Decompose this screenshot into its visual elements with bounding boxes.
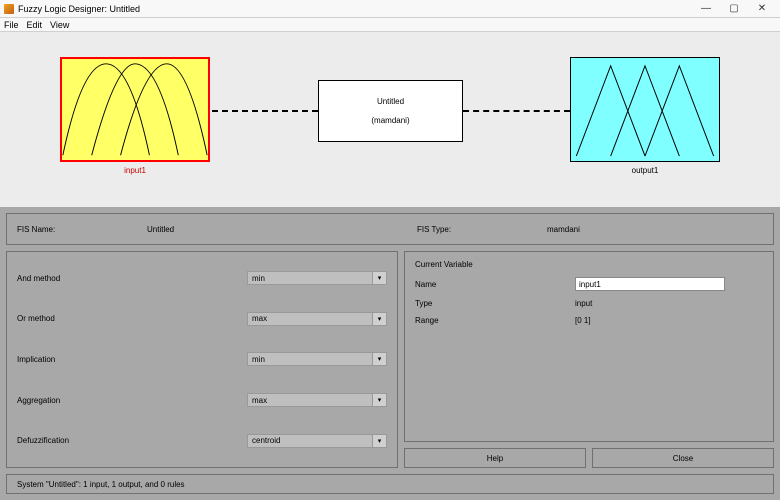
system-node[interactable]: Untitled (mamdani) — [318, 80, 463, 142]
output-node[interactable] — [570, 57, 720, 162]
close-button[interactable]: Close — [592, 448, 774, 468]
defuzzification-select[interactable]: centroid ▾ — [247, 434, 387, 448]
implication-label: Implication — [17, 355, 247, 364]
and-method-value: min — [252, 274, 265, 283]
menu-edit[interactable]: Edit — [27, 20, 43, 30]
fis-name-label: FIS Name: — [17, 225, 147, 234]
fis-type-label: FIS Type: — [417, 225, 547, 234]
methods-panel: And method min ▾ Or method max ▾ Implica… — [6, 251, 398, 468]
menu-view[interactable]: View — [50, 20, 69, 30]
cv-type-label: Type — [415, 299, 575, 308]
app-icon — [4, 4, 14, 14]
system-node-title: Untitled — [377, 97, 404, 106]
status-bar: System "Untitled": 1 input, 1 output, an… — [6, 474, 774, 494]
cv-name-label: Name — [415, 280, 575, 289]
system-node-type: (mamdani) — [371, 116, 409, 125]
cv-range-value: [0 1] — [575, 316, 591, 325]
help-button[interactable]: Help — [404, 448, 586, 468]
chevron-down-icon: ▾ — [372, 313, 386, 325]
fis-name-value: Untitled — [147, 225, 347, 234]
implication-value: min — [252, 355, 265, 364]
aggregation-label: Aggregation — [17, 396, 247, 405]
cv-name-value: input1 — [579, 280, 601, 289]
maximize-button[interactable]: ▢ — [720, 1, 748, 17]
current-variable-panel: Current Variable Name input1 Type input … — [404, 251, 774, 442]
chevron-down-icon: ▾ — [372, 272, 386, 284]
cv-type-value: input — [575, 299, 592, 308]
connector-line — [212, 110, 318, 112]
minimize-button[interactable]: — — [692, 1, 720, 17]
membership-triangles-icon — [571, 58, 719, 161]
properties-area: FIS Name: Untitled FIS Type: mamdani And… — [0, 207, 780, 500]
or-method-value: max — [252, 314, 267, 323]
input-node[interactable] — [60, 57, 210, 162]
input-node-label: input1 — [60, 166, 210, 175]
window-title: Fuzzy Logic Designer: Untitled — [18, 4, 140, 14]
diagram-canvas: input1 Untitled (mamdani) output1 — [0, 32, 780, 207]
title-bar: Fuzzy Logic Designer: Untitled — ▢ ✕ — [0, 0, 780, 18]
cv-range-label: Range — [415, 316, 575, 325]
chevron-down-icon: ▾ — [372, 435, 386, 447]
or-method-select[interactable]: max ▾ — [247, 312, 387, 326]
chevron-down-icon: ▾ — [372, 394, 386, 406]
output-node-label: output1 — [570, 166, 720, 175]
cv-name-input[interactable]: input1 — [575, 277, 725, 291]
fis-type-value: mamdani — [547, 225, 747, 234]
membership-curves-icon — [62, 59, 208, 160]
aggregation-select[interactable]: max ▾ — [247, 393, 387, 407]
and-method-label: And method — [17, 274, 247, 283]
defuzzification-value: centroid — [252, 436, 280, 445]
or-method-label: Or method — [17, 314, 247, 323]
aggregation-value: max — [252, 396, 267, 405]
implication-select[interactable]: min ▾ — [247, 352, 387, 366]
connector-line — [463, 110, 570, 112]
menu-file[interactable]: File — [4, 20, 19, 30]
and-method-select[interactable]: min ▾ — [247, 271, 387, 285]
status-text: System "Untitled": 1 input, 1 output, an… — [17, 480, 185, 489]
defuzzification-label: Defuzzification — [17, 436, 247, 445]
chevron-down-icon: ▾ — [372, 353, 386, 365]
fis-info-panel: FIS Name: Untitled FIS Type: mamdani — [6, 213, 774, 245]
current-variable-title: Current Variable — [415, 260, 763, 269]
close-window-button[interactable]: ✕ — [748, 1, 776, 17]
menu-bar: File Edit View — [0, 18, 780, 32]
